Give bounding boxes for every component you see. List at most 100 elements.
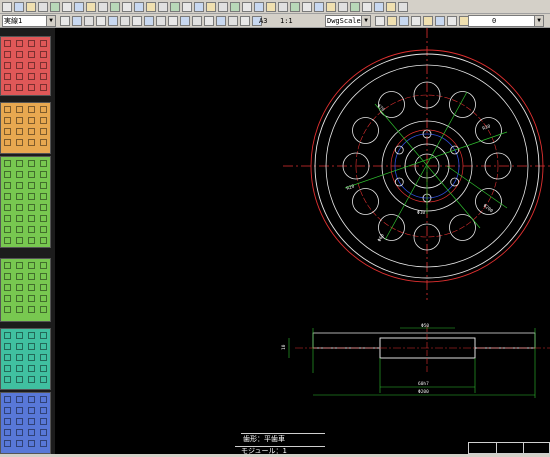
toolbar-button[interactable] <box>375 16 385 26</box>
palette-tool-button[interactable] <box>4 418 11 425</box>
toolbar-button[interactable] <box>387 16 397 26</box>
palette-tool-button[interactable] <box>28 306 35 313</box>
palette-tool-button[interactable] <box>28 365 35 372</box>
toolbar-button[interactable] <box>96 16 106 26</box>
palette-tool-button[interactable] <box>40 407 47 414</box>
palette-tool-button[interactable] <box>40 193 47 200</box>
toolbar-button[interactable] <box>266 2 276 12</box>
toolbar-button[interactable] <box>435 16 445 26</box>
palette-tool-button[interactable] <box>40 160 47 167</box>
toolbar-button[interactable] <box>60 16 70 26</box>
toolbar-button[interactable] <box>192 16 202 26</box>
toolbar-button[interactable] <box>62 2 72 12</box>
palette-tool-button[interactable] <box>28 284 35 291</box>
palette-tool-button[interactable] <box>40 396 47 403</box>
palette-tool-button[interactable] <box>4 139 11 146</box>
toolbar-button[interactable] <box>230 2 240 12</box>
palette-tool-button[interactable] <box>16 139 23 146</box>
palette-tool-button[interactable] <box>16 295 23 302</box>
drawing-canvas[interactable]: Φ70 R30 R20 Φ200 Φ60 Φ10 Φ50 60h7 Φ200 1… <box>55 28 550 455</box>
palette-tool-button[interactable] <box>16 171 23 178</box>
toolbar-button[interactable] <box>216 16 226 26</box>
toolbar-button[interactable] <box>398 2 408 12</box>
palette-tool-button[interactable] <box>40 354 47 361</box>
toolbar-button[interactable] <box>50 2 60 12</box>
palette-tool-button[interactable] <box>40 306 47 313</box>
palette-tool-button[interactable] <box>28 429 35 436</box>
palette-tool-button[interactable] <box>16 343 23 350</box>
palette-tool-button[interactable] <box>4 332 11 339</box>
palette-tool-button[interactable] <box>4 128 11 135</box>
palette-tool-button[interactable] <box>16 160 23 167</box>
palette-tool-button[interactable] <box>16 73 23 80</box>
toolbar-button[interactable] <box>254 2 264 12</box>
palette-tool-button[interactable] <box>40 84 47 91</box>
palette-tool-button[interactable] <box>40 117 47 124</box>
palette-tool-button[interactable] <box>28 343 35 350</box>
toolbar-button[interactable] <box>156 16 166 26</box>
palette-tool-button[interactable] <box>4 295 11 302</box>
palette-tool-button[interactable] <box>16 273 23 280</box>
toolbar-button[interactable] <box>399 16 409 26</box>
palette-tool-button[interactable] <box>16 62 23 69</box>
palette-tool-button[interactable] <box>40 128 47 135</box>
palette-tool-button[interactable] <box>16 440 23 447</box>
palette-tool-button[interactable] <box>16 193 23 200</box>
palette-tool-button[interactable] <box>4 396 11 403</box>
palette-tool-button[interactable] <box>4 354 11 361</box>
palette-tool-button[interactable] <box>4 440 11 447</box>
toolbar-button[interactable] <box>240 16 250 26</box>
toolbar-button[interactable] <box>134 2 144 12</box>
chevron-down-icon[interactable]: ▼ <box>46 16 55 26</box>
palette-tool-button[interactable] <box>40 215 47 222</box>
palette-tool-button[interactable] <box>28 182 35 189</box>
palette-tool-button[interactable] <box>4 273 11 280</box>
palette-tool-button[interactable] <box>28 396 35 403</box>
palette-tool-button[interactable] <box>40 182 47 189</box>
palette-tool-button[interactable] <box>28 354 35 361</box>
palette-tool-button[interactable] <box>4 171 11 178</box>
toolbar-button[interactable] <box>326 2 336 12</box>
toolbar-button[interactable] <box>204 16 214 26</box>
palette-tool-button[interactable] <box>28 40 35 47</box>
palette-tool-button[interactable] <box>28 84 35 91</box>
palette-tool-button[interactable] <box>28 376 35 383</box>
palette-tool-button[interactable] <box>40 171 47 178</box>
palette-tool-button[interactable] <box>28 332 35 339</box>
toolbar-button[interactable] <box>350 2 360 12</box>
toolbar-button[interactable] <box>242 2 252 12</box>
scale-mode-combo[interactable]: DwgScale ▼ <box>325 15 371 27</box>
toolbar-button[interactable] <box>26 2 36 12</box>
palette-tool-button[interactable] <box>40 295 47 302</box>
palette-tool-button[interactable] <box>28 106 35 113</box>
palette-tool-button[interactable] <box>4 193 11 200</box>
toolbar-button[interactable] <box>98 2 108 12</box>
palette-tool-button[interactable] <box>28 117 35 124</box>
palette-tool-button[interactable] <box>28 440 35 447</box>
palette-tool-button[interactable] <box>16 237 23 244</box>
palette-tool-button[interactable] <box>16 117 23 124</box>
toolbar-button[interactable] <box>2 2 12 12</box>
palette-tool-button[interactable] <box>28 160 35 167</box>
palette-tool-button[interactable] <box>4 306 11 313</box>
toolbar-button[interactable] <box>110 2 120 12</box>
palette-tool-button[interactable] <box>28 215 35 222</box>
toolbar-button[interactable] <box>132 16 142 26</box>
palette-tool-button[interactable] <box>28 226 35 233</box>
toolbar-button[interactable] <box>180 16 190 26</box>
palette-tool-button[interactable] <box>16 396 23 403</box>
palette-tool-button[interactable] <box>16 332 23 339</box>
palette-tool-button[interactable] <box>16 376 23 383</box>
palette-tool-button[interactable] <box>4 51 11 58</box>
palette-tool-button[interactable] <box>16 84 23 91</box>
palette-tool-button[interactable] <box>16 226 23 233</box>
toolbar-button[interactable] <box>218 2 228 12</box>
toolbar-button[interactable] <box>182 2 192 12</box>
palette-tool-button[interactable] <box>4 73 11 80</box>
palette-tool-button[interactable] <box>16 262 23 269</box>
palette-tool-button[interactable] <box>28 128 35 135</box>
palette-tool-button[interactable] <box>28 73 35 80</box>
palette-tool-button[interactable] <box>4 160 11 167</box>
toolbar-button[interactable] <box>228 16 238 26</box>
palette-tool-button[interactable] <box>4 407 11 414</box>
